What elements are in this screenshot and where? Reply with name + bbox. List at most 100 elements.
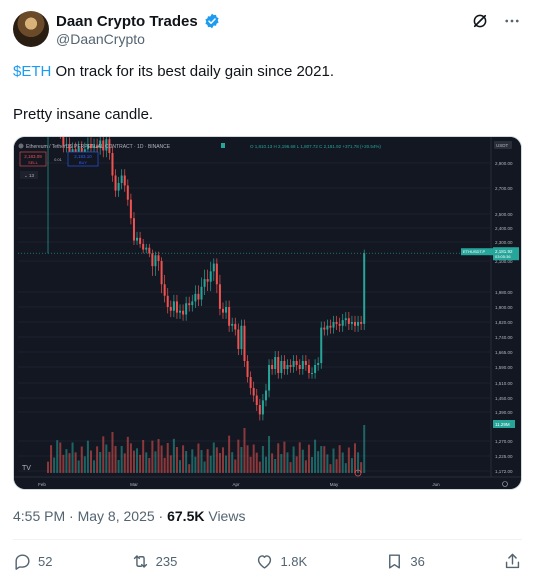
- volume-bar: [231, 452, 234, 473]
- verified-badge-icon: [205, 13, 219, 29]
- volume-bar: [160, 445, 163, 473]
- reply-count: 52: [38, 554, 53, 569]
- candle: [231, 323, 234, 326]
- volume-bar: [89, 450, 92, 473]
- volume-bar: [166, 443, 169, 473]
- author-handle[interactable]: @DaanCrypto: [56, 31, 145, 47]
- volume-bar: [341, 452, 344, 473]
- volume-bar: [65, 449, 68, 473]
- repost-button[interactable]: 235: [131, 552, 177, 571]
- price-axis-label: 1,590.00: [495, 365, 513, 370]
- volume-bar: [283, 441, 286, 473]
- candle: [261, 400, 264, 415]
- candle: [157, 255, 160, 261]
- candle: [136, 237, 139, 241]
- candle: [329, 325, 332, 328]
- like-button[interactable]: 1.8K: [255, 552, 307, 571]
- divider: [13, 539, 522, 540]
- candle: [307, 365, 310, 373]
- price-axis-label: 1,740.00: [495, 335, 513, 340]
- author-name[interactable]: Daan Crypto Trades: [56, 13, 198, 30]
- candle: [335, 322, 338, 324]
- volume-bar: [277, 443, 280, 473]
- time-axis-label: Feb: [38, 482, 46, 487]
- volume-bar: [298, 442, 301, 473]
- volume-bar: [111, 432, 114, 473]
- countdown-label: 03:05:36: [495, 254, 511, 259]
- volume-bar: [151, 440, 154, 473]
- candle: [169, 307, 172, 311]
- volume-bar: [243, 428, 246, 473]
- volume-bar: [126, 436, 129, 473]
- candle: [225, 307, 228, 313]
- volume-bar: [209, 455, 212, 473]
- candle: [317, 363, 320, 365]
- volume-bar: [252, 444, 255, 473]
- indicator-count: ⌄ 13: [24, 173, 35, 178]
- candle: [215, 263, 218, 285]
- candle: [314, 365, 317, 373]
- volume-bar: [350, 458, 353, 473]
- volume-bar: [218, 453, 221, 473]
- post-time[interactable]: 4:55 PM: [13, 508, 65, 524]
- volume-bar: [317, 451, 320, 473]
- volume-bar: [240, 447, 243, 473]
- volume-bar: [145, 452, 148, 473]
- chart-image[interactable]: 2,900.00 2,700.00 2,500.00 2,400.00 2,300.00…: [13, 136, 522, 490]
- bookmark-button[interactable]: 36: [385, 552, 425, 571]
- reply-button[interactable]: 52: [13, 552, 52, 571]
- grok-icon[interactable]: [471, 12, 489, 30]
- candle: [148, 247, 151, 254]
- candle: [286, 365, 289, 369]
- volume-bar: [148, 458, 151, 473]
- candle: [268, 365, 271, 391]
- candle: [182, 310, 185, 315]
- candle: [163, 284, 166, 296]
- volume-bar: [268, 436, 271, 473]
- candle: [289, 365, 292, 367]
- cashtag-link[interactable]: $ETH: [13, 63, 51, 80]
- symbol-tag-label: ETHUSDT.P: [463, 249, 486, 254]
- candle: [188, 303, 191, 306]
- candle: [132, 218, 135, 241]
- volume-bar: [261, 446, 264, 473]
- buy-label: BUY: [79, 160, 88, 165]
- candle: [298, 365, 301, 369]
- bookmark-icon: [389, 554, 401, 569]
- avatar[interactable]: [13, 11, 49, 47]
- volume-bar: [62, 454, 65, 473]
- volume-bar: [292, 446, 295, 473]
- volume-bar: [136, 448, 139, 473]
- candle: [179, 310, 182, 313]
- volume-bar: [320, 446, 323, 473]
- author-name-row[interactable]: Daan Crypto Trades: [56, 13, 220, 30]
- candle: [301, 361, 304, 369]
- volume-bar: [179, 460, 182, 473]
- price-axis-label: 1,270.00: [495, 439, 513, 444]
- volume-bar: [93, 460, 96, 473]
- more-options-icon[interactable]: [503, 12, 521, 30]
- volume-bar: [335, 459, 338, 473]
- candle: [332, 322, 335, 328]
- volume-bar: [185, 451, 188, 473]
- volume-bar: [163, 457, 166, 473]
- volume-bar: [114, 446, 117, 473]
- volume-bar: [117, 460, 120, 473]
- volume-bar: [314, 439, 317, 473]
- action-bar: 52 235 1.8K 36: [13, 552, 522, 571]
- share-button[interactable]: [503, 552, 522, 571]
- buy-price: 2,183.10: [74, 154, 92, 159]
- price-axis-label: 1,820.00: [495, 320, 513, 325]
- volume-bar: [102, 436, 105, 473]
- candle: [166, 295, 169, 307]
- price-axis-label: 2,400.00: [495, 226, 513, 231]
- volume-bar: [197, 443, 200, 473]
- volume-bar: [329, 464, 332, 473]
- volume-bar: [108, 451, 111, 473]
- price-axis-label: 1,172.00: [495, 469, 513, 474]
- post-date[interactable]: May 8, 2025: [78, 508, 155, 524]
- candle: [212, 263, 215, 272]
- price-axis-label: 1,450.00: [495, 396, 513, 401]
- volume-bar: [172, 438, 175, 473]
- candle: [350, 322, 353, 324]
